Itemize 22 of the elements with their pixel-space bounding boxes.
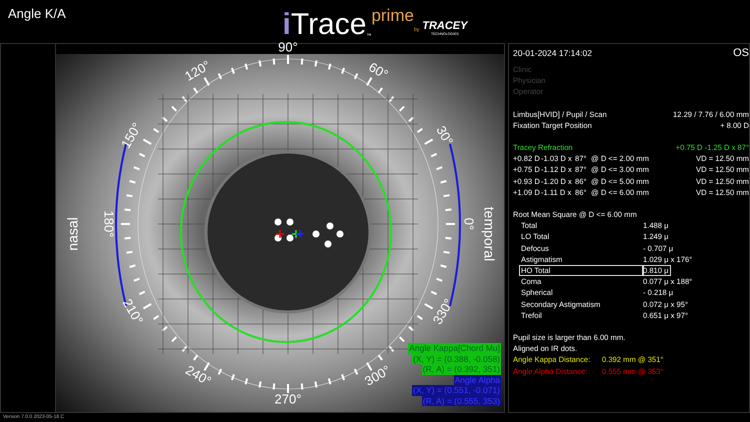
degree-label: 60° xyxy=(366,59,391,82)
degree-label: 90° xyxy=(278,39,298,54)
maker-logo: TRACEY xyxy=(422,21,468,32)
degree-label: 30° xyxy=(433,123,456,148)
pupil-markers-drawing xyxy=(274,218,344,248)
alpha-readout: (X, Y) = (0.551, -0.071) xyxy=(412,385,501,396)
kappa-readout: (R, A) = (0.392, 351) xyxy=(422,364,501,374)
side-label: nasal xyxy=(64,217,81,251)
degree-label: 300° xyxy=(362,362,393,389)
degree-label: 180° xyxy=(102,210,117,238)
eye-label: OS xyxy=(733,48,749,60)
window-title: Angle K/A xyxy=(7,5,67,23)
degree-label: 270° xyxy=(274,391,302,406)
kappa-readout: Angle Kappa[Chord Mu] xyxy=(408,343,501,354)
logo-mark: i xyxy=(282,10,291,40)
exam-datetime: 20-01-2024 17:14:02 xyxy=(513,48,592,60)
side-label: temporal xyxy=(481,206,498,262)
logo-suffix: prime xyxy=(371,5,414,27)
degree-label: 240° xyxy=(183,362,214,389)
degree-label: 120° xyxy=(182,57,213,84)
degree-label: 0° xyxy=(462,218,477,230)
logo-name: Trace xyxy=(290,10,366,40)
